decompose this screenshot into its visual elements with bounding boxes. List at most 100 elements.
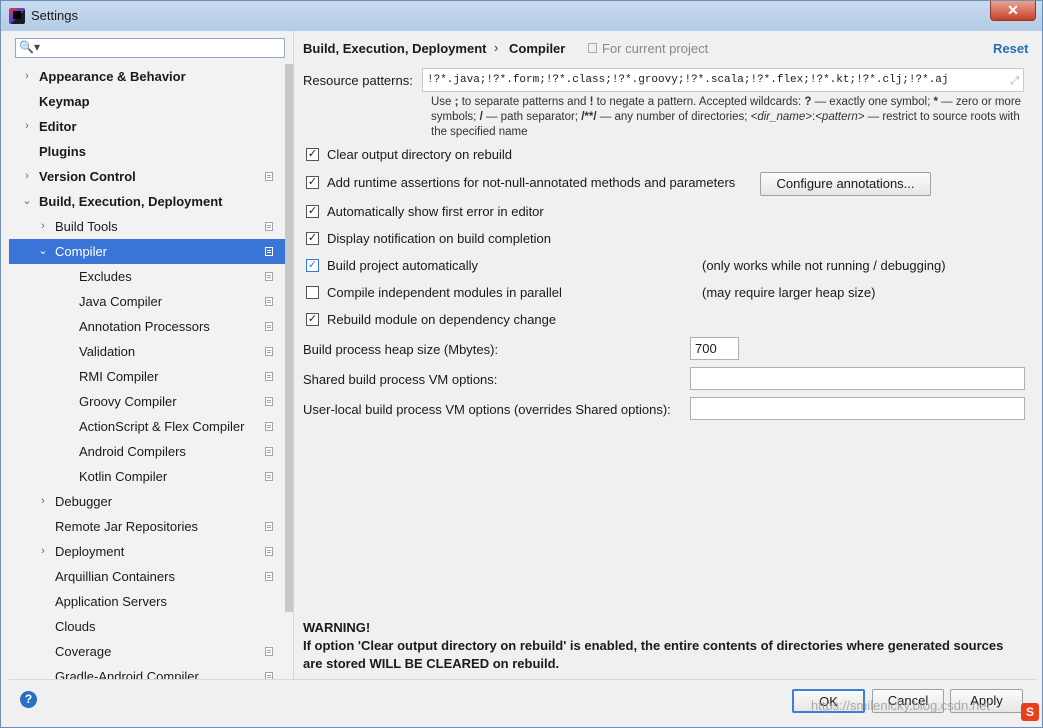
- checkbox[interactable]: [306, 286, 319, 299]
- option-clear-output-directory-on-rebuild[interactable]: ✓ Clear output directory on rebuild: [306, 146, 1026, 164]
- sidebar-item-arquillian-containers[interactable]: Arquillian Containers: [9, 564, 285, 589]
- sidebar-item-annotation-processors[interactable]: Annotation Processors: [9, 314, 285, 339]
- sidebar-item-remote-jar-repositories[interactable]: Remote Jar Repositories: [9, 514, 285, 539]
- sidebar-item-android-compilers[interactable]: Android Compilers: [9, 439, 285, 464]
- sidebar-item-label: Build, Execution, Deployment: [39, 194, 223, 209]
- checkbox[interactable]: ✓: [306, 259, 319, 272]
- sidebar-item-compiler[interactable]: ⌄ Compiler: [9, 239, 285, 264]
- sidebar-item-groovy-compiler[interactable]: Groovy Compiler: [9, 389, 285, 414]
- sidebar-item-gradle-android-compiler[interactable]: Gradle-Android Compiler: [9, 664, 285, 679]
- sidebar-item-excludes[interactable]: Excludes: [9, 264, 285, 289]
- sidebar-item-label: Java Compiler: [79, 294, 163, 309]
- warning-text: If option 'Clear output directory on reb…: [303, 638, 1004, 671]
- user-vm-options-label: User-local build process VM options (ove…: [303, 402, 671, 417]
- help-icon[interactable]: ?: [20, 691, 37, 708]
- checkbox[interactable]: ✓: [306, 148, 319, 161]
- project-scope-icon: [265, 547, 273, 556]
- sidebar-scrollbar[interactable]: [285, 64, 293, 612]
- project-scope-icon: [265, 272, 273, 281]
- sidebar-item-kotlin-compiler[interactable]: Kotlin Compiler: [9, 464, 285, 489]
- resource-patterns-field[interactable]: !?*.java;!?*.form;!?*.class;!?*.groovy;!…: [422, 68, 1024, 92]
- sidebar-item-build-tools[interactable]: › Build Tools: [9, 214, 285, 239]
- chevron-right-icon[interactable]: ›: [37, 539, 49, 564]
- chevron-down-icon[interactable]: ⌄: [37, 239, 49, 264]
- project-scope-icon: [265, 672, 273, 679]
- sidebar-item-version-control[interactable]: › Version Control: [9, 164, 285, 189]
- checkbox[interactable]: ✓: [306, 232, 319, 245]
- project-scope-icon: [265, 247, 273, 256]
- sidebar-item-java-compiler[interactable]: Java Compiler: [9, 289, 285, 314]
- sidebar-item-plugins[interactable]: Plugins: [9, 139, 285, 164]
- project-scope-icon: [265, 222, 273, 231]
- chevron-right-icon[interactable]: ›: [21, 114, 33, 139]
- intellij-app-icon: [9, 8, 25, 24]
- sidebar-item-application-servers[interactable]: Application Servers: [9, 589, 285, 614]
- sidebar-item-label: Groovy Compiler: [79, 394, 177, 409]
- sidebar-item-coverage[interactable]: Coverage: [9, 639, 285, 664]
- project-scope-icon: [588, 43, 597, 53]
- sidebar-item-editor[interactable]: › Editor: [9, 114, 285, 139]
- sidebar-item-label: Gradle-Android Compiler: [55, 669, 199, 679]
- settings-tree: › Appearance & Behavior Keymap › Editor Plugi…: [9, 64, 285, 679]
- sidebar-item-label: Coverage: [55, 644, 112, 659]
- option-rebuild-module-on-dependency-change[interactable]: ✓ Rebuild module on dependency change: [306, 311, 1026, 329]
- resource-patterns-value: !?*.java;!?*.form;!?*.class;!?*.groovy;!…: [427, 74, 949, 86]
- option-automatically-show-first-error-in-editor[interactable]: ✓ Automatically show first error in edito…: [306, 203, 1026, 221]
- compiler-settings-panel: Build, Execution, Deployment › Compiler …: [294, 31, 1037, 679]
- configure-annotations-button[interactable]: Configure annotations...: [760, 172, 931, 196]
- checkbox-label: Clear output directory on rebuild: [327, 147, 512, 162]
- resource-patterns-label: Resource patterns:: [303, 73, 413, 88]
- sidebar-item-validation[interactable]: Validation: [9, 339, 285, 364]
- sidebar-item-label: Version Control: [39, 169, 136, 184]
- sidebar-item-keymap[interactable]: Keymap: [9, 89, 285, 114]
- sidebar-item-label: Excludes: [79, 269, 132, 284]
- watermark-logo: S: [1021, 703, 1039, 721]
- heap-size-label: Build process heap size (Mbytes):: [303, 342, 499, 357]
- checkbox[interactable]: ✓: [306, 313, 319, 326]
- sidebar-item-deployment[interactable]: › Deployment: [9, 539, 285, 564]
- sidebar-item-build-execution-deployment[interactable]: ⌄ Build, Execution, Deployment: [9, 189, 285, 214]
- option-display-notification-on-build-completion[interactable]: ✓ Display notification on build completio…: [306, 230, 1026, 248]
- shared-vm-options-input[interactable]: [690, 367, 1025, 390]
- chevron-right-icon[interactable]: ›: [21, 164, 33, 189]
- sidebar-item-debugger[interactable]: › Debugger: [9, 489, 285, 514]
- sidebar-item-label: RMI Compiler: [79, 369, 159, 384]
- chevron-down-icon[interactable]: ⌄: [21, 189, 33, 214]
- user-vm-options-input[interactable]: [690, 397, 1025, 420]
- sidebar-item-label: Debugger: [55, 494, 113, 509]
- option-compile-independent-modules-in-parallel[interactable]: Compile independent modules in parallel (…: [306, 284, 1026, 302]
- settings-window: Settings ✕ 🔍▾ › Appearance & Behavior Keym…: [0, 0, 1043, 728]
- checkbox[interactable]: ✓: [306, 205, 319, 218]
- breadcrumb-parent: Build, Execution, Deployment: [303, 41, 487, 56]
- reset-link[interactable]: Reset: [993, 41, 1028, 56]
- project-scope-icon: [265, 647, 273, 656]
- project-scope-icon: [265, 422, 273, 431]
- sidebar-item-rmi-compiler[interactable]: RMI Compiler: [9, 364, 285, 389]
- breadcrumb-current: Compiler: [509, 41, 566, 56]
- rebuild-warning: WARNING! If option 'Clear output directo…: [303, 619, 1023, 673]
- project-scope-icon: [265, 172, 273, 181]
- sidebar-item-appearance-behavior[interactable]: › Appearance & Behavior: [9, 64, 285, 89]
- search-input[interactable]: 🔍▾: [15, 38, 285, 58]
- checkbox[interactable]: ✓: [306, 176, 319, 189]
- sidebar-item-label: Keymap: [39, 94, 90, 109]
- expand-icon[interactable]: ⤢: [1010, 71, 1019, 91]
- chevron-right-icon[interactable]: ›: [21, 64, 33, 89]
- checkbox-label: Display notification on build completion: [327, 231, 552, 246]
- sidebar-item-label: Deployment: [55, 544, 125, 559]
- sidebar-item-label: Application Servers: [55, 594, 167, 609]
- close-button[interactable]: ✕: [990, 1, 1036, 21]
- chevron-right-icon[interactable]: ›: [37, 489, 49, 514]
- option-note: (only works while not running / debuggin…: [702, 258, 946, 273]
- sidebar-item-actionscript-flex-compiler[interactable]: ActionScript & Flex Compiler: [9, 414, 285, 439]
- sidebar-item-label: Kotlin Compiler: [79, 469, 168, 484]
- project-scope-icon: [265, 347, 273, 356]
- chevron-right-icon[interactable]: ›: [37, 214, 49, 239]
- heap-size-input[interactable]: 700: [690, 337, 739, 360]
- scope-label: For current project: [602, 41, 709, 56]
- project-scope-icon: [265, 572, 273, 581]
- option-note: (may require larger heap size): [702, 285, 876, 300]
- project-scope-icon: [265, 472, 273, 481]
- option-build-project-automatically[interactable]: ✓ Build project automatically (only works …: [306, 257, 1026, 275]
- sidebar-item-clouds[interactable]: Clouds: [9, 614, 285, 639]
